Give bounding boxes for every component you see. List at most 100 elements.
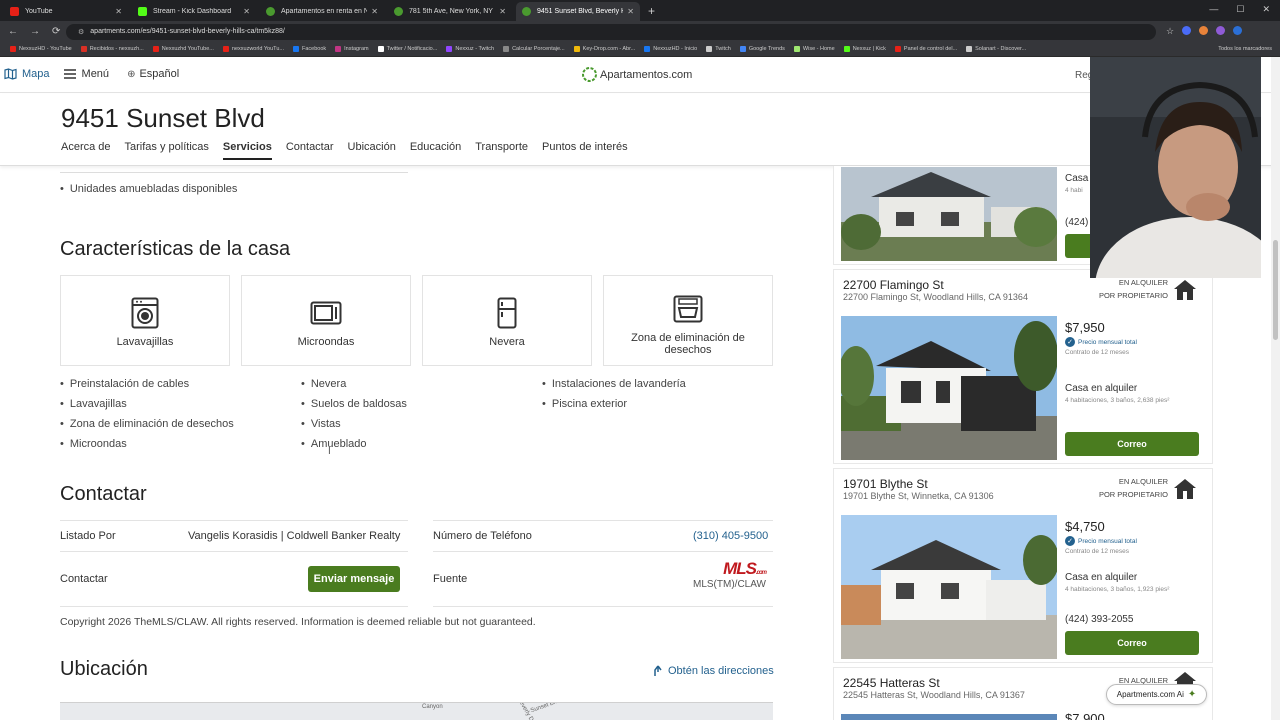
listing-photo[interactable] [841, 167, 1057, 261]
ai-label: Apartments.com Ai [1116, 690, 1184, 699]
listing-phone[interactable]: (424) 393-2055 [1065, 614, 1133, 625]
forward-icon[interactable]: → [30, 26, 40, 37]
bookmark-item[interactable]: Google Trends [739, 46, 785, 52]
extension-icons: ☆ [1166, 26, 1243, 37]
feature-card-microwave: Microondas [241, 275, 411, 366]
bookmark-item[interactable]: Twitch [706, 46, 731, 52]
bookmark-item[interactable]: Twitter / Notificacio... [377, 46, 437, 52]
listing-name[interactable]: 19701 Blythe St [843, 477, 928, 491]
divider [60, 172, 408, 173]
bookmark-item[interactable]: nexxuzworld YouTu... [222, 46, 284, 52]
address-bar: ← → ⟳ ⚙ apartments.com/es/9451-sunset-bl… [0, 21, 1280, 42]
minimize-icon[interactable]: — [1209, 4, 1218, 15]
new-tab-button[interactable]: + [648, 4, 655, 18]
bookmark-item[interactable]: Nexxuz - Twitch [446, 46, 494, 52]
browser-tab[interactable]: Stream - Kick Dashboard ✕ [132, 2, 256, 21]
url-field[interactable]: ⚙ apartments.com/es/9451-sunset-blvd-bev… [66, 23, 1156, 40]
listing-type: Casa en alquiler [1065, 572, 1138, 583]
check-icon: ✓ [1065, 536, 1075, 546]
bookmark-item[interactable]: Calcular Porcentaje... [503, 46, 565, 52]
site-header: Mapa Menú ⊕ Español Apartamentos.com Reg… [0, 57, 1280, 93]
bookmark-item[interactable]: Nexxuzhd YouTube... [152, 46, 214, 52]
tab-transporte[interactable]: Transporte [475, 141, 528, 160]
tab-acerca-de[interactable]: Acerca de [61, 141, 111, 160]
tab-tarifas[interactable]: Tarifas y políticas [125, 141, 209, 160]
close-tab-icon[interactable]: ✕ [371, 7, 378, 16]
listing-name[interactable]: 22545 Hatteras St [843, 676, 940, 690]
bookmark-favicon-icon [644, 46, 651, 52]
send-message-button[interactable]: Enviar mensaje [308, 566, 400, 592]
bookmark-star-icon[interactable]: ☆ [1166, 26, 1174, 37]
webcam-overlay [1090, 57, 1261, 278]
page-scrollbar[interactable] [1271, 57, 1280, 720]
browser-tab[interactable]: 781 5th Ave, New York, NY 100✕ [388, 2, 512, 21]
feature-list-empty [542, 438, 783, 450]
back-icon[interactable]: ← [8, 26, 18, 37]
browser-tab[interactable]: YouTube ✕ [4, 2, 128, 21]
email-button[interactable]: Correo [1065, 631, 1199, 655]
extension-icon[interactable] [1216, 26, 1226, 35]
browser-tab-active[interactable]: 9451 Sunset Blvd, Beverly Hills✕ [516, 2, 640, 21]
tab-puntos-de-interes[interactable]: Puntos de interés [542, 141, 628, 160]
listing-photo[interactable] [841, 714, 1057, 720]
bookmark-item[interactable]: Solanart - Discover... [966, 46, 1026, 52]
all-bookmarks-folder[interactable]: Todos los marcadores [1218, 46, 1272, 52]
bookmark-item[interactable]: Wise - Home [793, 46, 835, 52]
site-logo[interactable]: Apartamentos.com [582, 67, 692, 82]
bookmark-item[interactable]: Nexxuz | Kick [843, 46, 886, 52]
bookmark-item[interactable]: Key-Drop.com - Abr... [573, 46, 635, 52]
close-tab-icon[interactable]: ✕ [627, 7, 634, 16]
dishwasher-icon [131, 297, 159, 329]
phone-link[interactable]: (310) 405-9500 [693, 530, 768, 542]
tab-ubicacion[interactable]: Ubicación [348, 141, 396, 160]
mls-logo[interactable]: MLS.com [693, 559, 767, 579]
location-map[interactable]: Canyon Sunset Blvd N Beverly Dr [60, 702, 773, 720]
listing-card[interactable]: 22700 Flamingo St 22700 Flamingo St, Woo… [833, 269, 1213, 464]
listed-by-label: Listado Por [60, 530, 116, 542]
site-info-icon[interactable]: ⚙ [78, 28, 84, 36]
extension-icon[interactable] [1182, 26, 1192, 35]
tab-contactar[interactable]: Contactar [286, 141, 334, 160]
feature-list-item: Vistas [301, 418, 542, 430]
bookmark-item[interactable]: Panel de control del... [894, 46, 957, 52]
listing-photo[interactable] [841, 515, 1057, 659]
reload-icon[interactable]: ⟳ [52, 26, 60, 37]
bookmark-item[interactable]: Recibidos - nexxuzh... [80, 46, 144, 52]
browser-tab[interactable]: Apartamentos en renta en New✕ [260, 2, 384, 21]
apartments-favicon-icon [394, 7, 403, 16]
maximize-icon[interactable]: ☐ [1236, 4, 1244, 15]
extension-icon[interactable] [1199, 26, 1209, 35]
close-window-icon[interactable]: ✕ [1262, 4, 1270, 15]
youtube-favicon-icon [10, 7, 19, 16]
bookmark-favicon-icon [152, 46, 159, 52]
close-tab-icon[interactable]: ✕ [499, 7, 506, 16]
listing-type: Casa [1065, 173, 1089, 184]
language-selector[interactable]: ⊕ Español [127, 68, 179, 80]
streamer-webcam [1090, 57, 1261, 278]
tab-servicios[interactable]: Servicios [222, 141, 272, 160]
directions-label: Obtén las direcciones [668, 665, 774, 677]
apartments-ai-button[interactable]: Apartments.com Ai ✦ [1106, 684, 1207, 705]
directions-link[interactable]: Obtén las direcciones [653, 665, 774, 677]
map-label: Sunset Blvd [529, 702, 563, 715]
close-tab-icon[interactable]: ✕ [243, 7, 250, 16]
window-controls: — ☐ ✕ [1209, 4, 1270, 15]
menu-button[interactable]: Menú [63, 68, 109, 80]
profile-avatar-icon[interactable] [1233, 26, 1243, 35]
map-button[interactable]: Mapa [4, 68, 50, 80]
scrollbar-thumb[interactable] [1273, 240, 1278, 340]
tab-educacion[interactable]: Educación [410, 141, 461, 160]
bookmark-item[interactable]: NexxuzHD - Inicio [644, 46, 697, 52]
listing-name[interactable]: 22700 Flamingo St [843, 278, 944, 292]
email-button[interactable]: Correo [1065, 432, 1199, 456]
apartments-favicon-icon [266, 7, 275, 16]
listing-card[interactable]: 19701 Blythe St 19701 Blythe St, Winnetk… [833, 468, 1213, 663]
listing-address: 19701 Blythe St, Winnetka, CA 91306 [843, 491, 994, 501]
listing-phone[interactable]: (424) [1065, 217, 1088, 228]
verified-badge: ✓ Precio mensual total [1065, 337, 1137, 347]
bookmark-item[interactable]: NexxuzHD - YouTube [10, 46, 72, 52]
listing-photo[interactable] [841, 316, 1057, 460]
bookmark-item[interactable]: Instagram [335, 46, 369, 52]
close-tab-icon[interactable]: ✕ [115, 7, 122, 16]
bookmark-item[interactable]: Facebook [292, 46, 326, 52]
